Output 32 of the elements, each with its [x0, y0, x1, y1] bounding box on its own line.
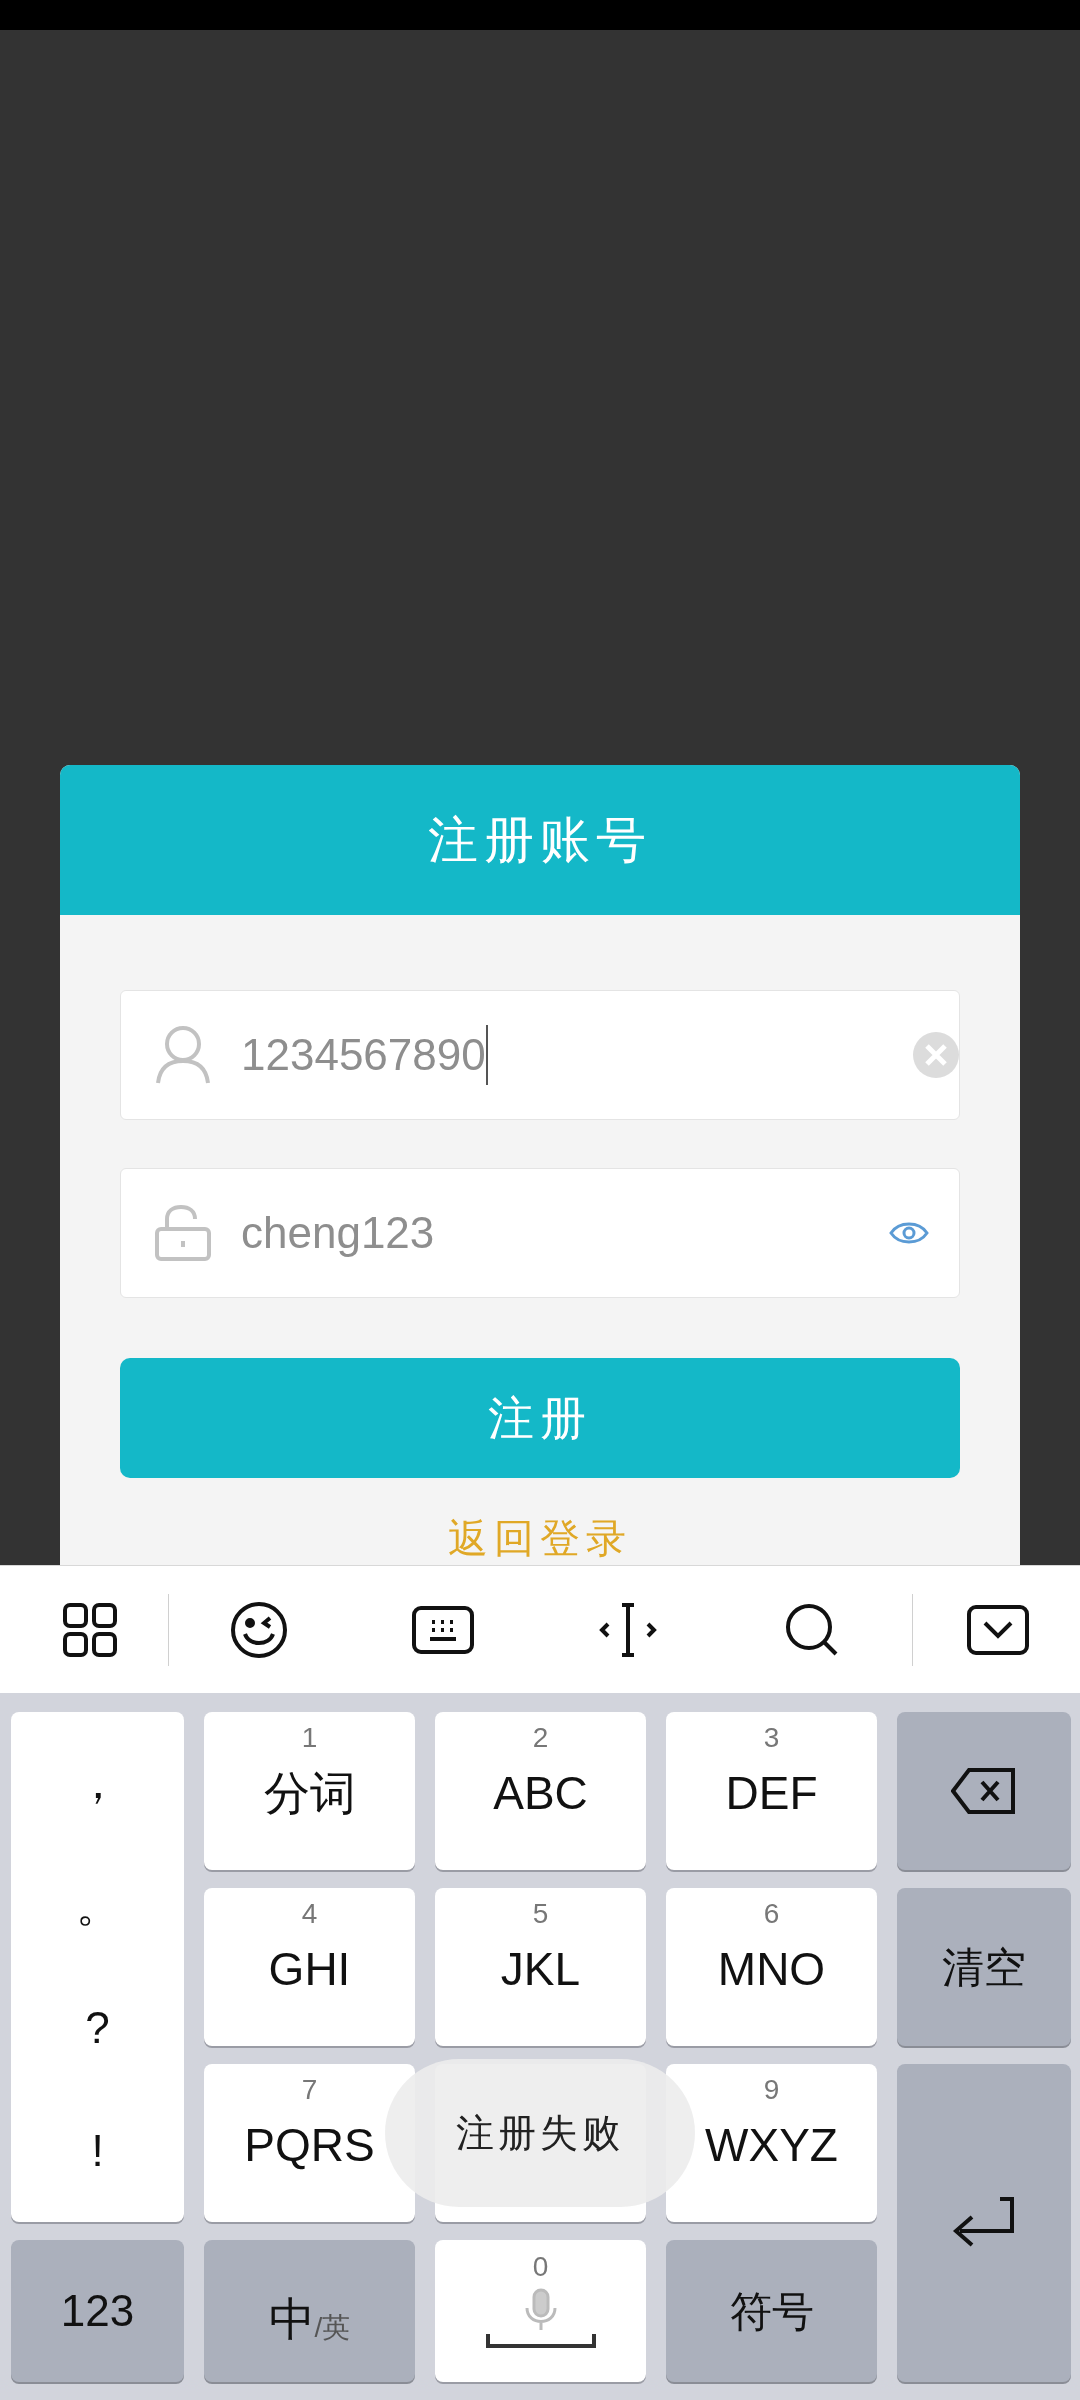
- space-key[interactable]: 0: [435, 2240, 646, 2382]
- person-icon: [155, 1025, 211, 1085]
- return-icon: [952, 2197, 1016, 2249]
- clear-key[interactable]: 清空: [897, 1888, 1071, 2046]
- microphone-icon: [523, 2288, 558, 2332]
- symbols-key[interactable]: 符号: [666, 2240, 877, 2382]
- punctuation-key[interactable]: ， 。 ? !: [11, 1712, 184, 2222]
- letter-key[interactable]: 7 PQRS: [204, 2064, 415, 2222]
- numbers-key[interactable]: 123: [11, 2240, 184, 2382]
- dialog-title: 注册账号: [428, 810, 652, 870]
- space-bar-icon: [485, 2332, 596, 2348]
- padlock-icon: [155, 1205, 211, 1261]
- search-icon[interactable]: [783, 1601, 840, 1658]
- cursor-move-icon[interactable]: [597, 1601, 658, 1658]
- password-value: cheng123: [241, 1207, 435, 1259]
- letter-key[interactable]: 5 JKL: [435, 1888, 646, 2046]
- letter-key[interactable]: 4 GHI: [204, 1888, 415, 2046]
- letter-key[interactable]: 9 WXYZ: [666, 2064, 877, 2222]
- grid-icon[interactable]: [62, 1602, 117, 1657]
- keyboard-icon[interactable]: [412, 1605, 475, 1654]
- language-key[interactable]: 中/英: [204, 2240, 415, 2382]
- delete-key[interactable]: [897, 1712, 1071, 1870]
- winking-face-icon[interactable]: [230, 1600, 289, 1659]
- failure-toast: 注册失败: [385, 2059, 695, 2207]
- letter-key[interactable]: 3 DEF: [666, 1712, 877, 1870]
- account-value: 1234567890: [241, 1029, 486, 1081]
- eye-icon[interactable]: [889, 1220, 929, 1246]
- letter-key[interactable]: 2 ABC: [435, 1712, 646, 1870]
- letter-key[interactable]: 1 分词: [204, 1712, 415, 1870]
- letter-key[interactable]: 6 MNO: [666, 1888, 877, 2046]
- hide-keyboard-icon[interactable]: [967, 1604, 1030, 1655]
- backspace-icon: [951, 1768, 1017, 1814]
